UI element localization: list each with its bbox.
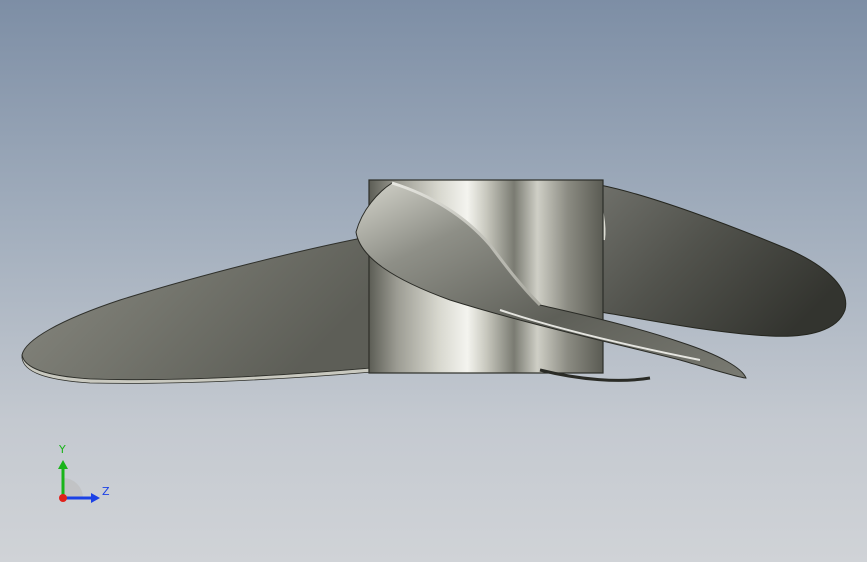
z-axis-arrow <box>91 493 100 503</box>
blade-left[interactable] <box>21 235 373 384</box>
x-axis-origin <box>59 494 67 502</box>
propeller-model[interactable] <box>0 0 867 562</box>
triad-plane <box>63 478 83 498</box>
y-axis-arrow <box>58 460 68 469</box>
graphics-viewport[interactable]: Y Z <box>0 0 867 562</box>
y-axis-label: Y <box>59 443 66 456</box>
z-axis-label: Z <box>102 485 110 498</box>
orientation-triad: Y Z <box>50 440 120 510</box>
blade-right[interactable] <box>595 184 847 337</box>
